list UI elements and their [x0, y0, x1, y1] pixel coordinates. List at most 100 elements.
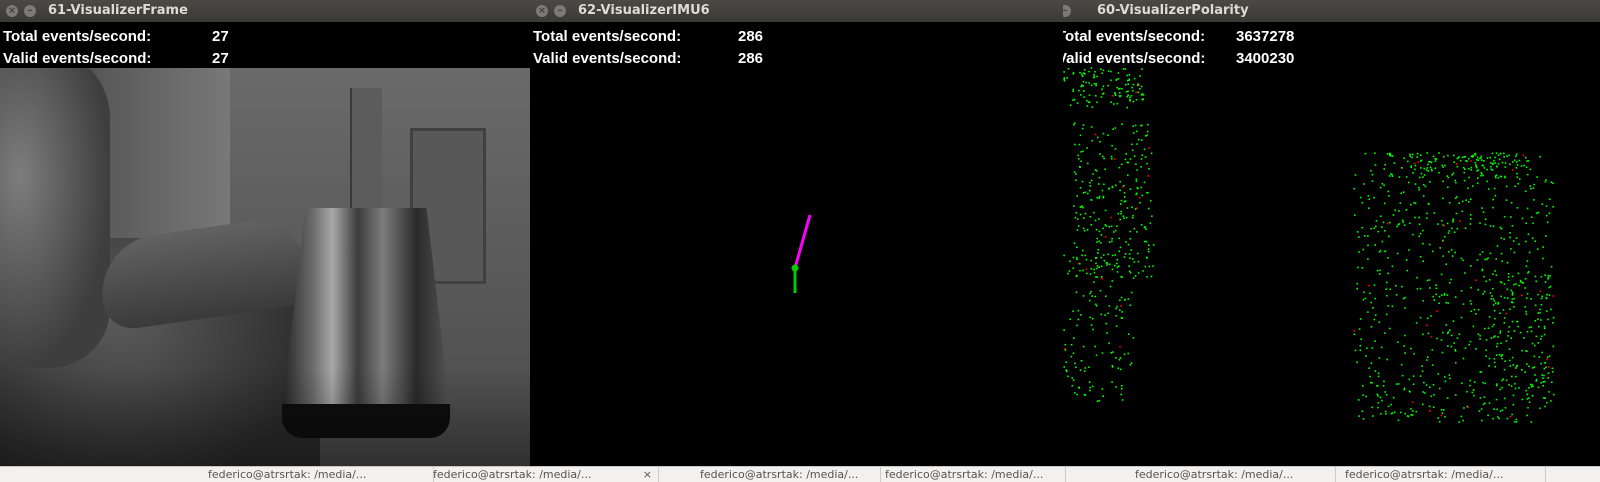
polarity-event-dot: [1078, 158, 1080, 160]
minimize-icon[interactable]: –: [24, 5, 36, 17]
taskbar-item[interactable]: federico@atrsrtak: /media/... ×: [433, 467, 659, 482]
polarity-event-dot: [1492, 304, 1495, 306]
polarity-event-dot: [1127, 94, 1129, 96]
polarity-event-dot: [1386, 358, 1388, 361]
polarity-event-dot: [1404, 296, 1406, 299]
titlebar[interactable]: × – 61-VisualizerFrame: [0, 0, 530, 22]
polarity-event-dot: [1489, 156, 1491, 159]
polarity-event-dot: [1107, 70, 1110, 72]
polarity-event-dot: [1150, 152, 1153, 155]
taskbar-item[interactable]: federico@atrsrtak: /media/...: [1135, 467, 1336, 482]
polarity-event-dot: [1082, 80, 1085, 83]
polarity-event-dot: [1516, 364, 1519, 367]
taskbar-item[interactable]: federico@atrsrtak: /media/...: [885, 467, 1066, 482]
polarity-event-dot: [1353, 214, 1356, 216]
polarity-event-dot: [1419, 316, 1422, 319]
polarity-event-dot: [1113, 264, 1116, 267]
polarity-event-dot: [1074, 362, 1076, 365]
polarity-event-dot: [1391, 305, 1394, 308]
polarity-event-dot: [1136, 231, 1138, 233]
polarity-event-dot: [1528, 365, 1530, 368]
polarity-event-dot: [1379, 396, 1382, 399]
visualizer-imu-window[interactable]: × – 62-VisualizerIMU6 Total events/secon…: [530, 0, 1063, 466]
polarity-event-dot: [1432, 155, 1435, 158]
polarity-event-dot: [1525, 240, 1527, 243]
polarity-event-dot: [1140, 186, 1143, 189]
polarity-event-dot: [1511, 356, 1514, 359]
polarity-event-dot: [1095, 303, 1097, 306]
polarity-event-dot: [1147, 248, 1150, 250]
polarity-event-dot: [1072, 99, 1074, 101]
polarity-event-dot: [1114, 229, 1117, 232]
polarity-event-dot: [1371, 406, 1373, 409]
polarity-event-dot: [1110, 155, 1113, 158]
polarity-event-dot: [1102, 85, 1105, 88]
polarity-event-dot: [1398, 210, 1400, 212]
visualizer-frame-window[interactable]: × – 61-VisualizerFrame Total events/seco…: [0, 0, 530, 466]
close-icon[interactable]: ×: [643, 467, 652, 482]
polarity-event-dot: [1495, 152, 1498, 154]
polarity-event-dot: [1413, 201, 1415, 204]
close-icon[interactable]: ×: [6, 5, 18, 17]
polarity-event-dot: [1495, 165, 1498, 168]
polarity-event-dot: [1112, 95, 1114, 97]
polarity-event-dot: [1454, 348, 1457, 351]
polarity-event-dot: [1540, 338, 1542, 340]
titlebar[interactable]: × – 62-VisualizerIMU6: [530, 0, 1063, 22]
polarity-event-dot: [1443, 293, 1446, 295]
taskbar-item[interactable]: federico@atrsrtak: /media/...: [208, 467, 434, 482]
minimize-icon[interactable]: –: [1063, 5, 1071, 17]
polarity-event-dot: [1539, 290, 1541, 293]
polarity-event-dot: [1120, 203, 1122, 205]
polarity-event-dot: [1438, 420, 1441, 423]
polarity-event-dot: [1117, 77, 1120, 80]
polarity-event-dot: [1521, 398, 1524, 401]
polarity-event-dot: [1546, 214, 1548, 217]
polarity-event-dot: [1383, 168, 1385, 170]
polarity-event-dot: [1505, 340, 1508, 342]
polarity-event-dot: [1115, 386, 1117, 388]
polarity-event-dot: [1078, 143, 1081, 146]
polarity-event-dot: [1129, 158, 1132, 160]
polarity-event-dot: [1471, 185, 1474, 187]
polarity-event-dot: [1103, 259, 1106, 262]
polarity-event-dot: [1089, 389, 1091, 392]
polarity-event-dot: [1513, 297, 1516, 300]
polarity-event-dot: [1501, 386, 1503, 389]
polarity-event-dot: [1371, 173, 1374, 176]
polarity-event-dot: [1546, 358, 1548, 361]
visualizer-polarity-window[interactable]: – 60-VisualizerPolarity Total events/sec…: [1063, 0, 1600, 466]
polarity-event-dot: [1499, 312, 1501, 314]
polarity-event-dot: [1497, 336, 1499, 338]
polarity-event-dot: [1096, 75, 1098, 78]
polarity-event-dot: [1530, 326, 1532, 328]
polarity-event-dot: [1377, 375, 1380, 378]
polarity-event-dot: [1552, 316, 1555, 319]
polarity-event-dot: [1132, 132, 1135, 134]
taskbar-item[interactable]: federico@atrsrtak: /media/...: [1345, 467, 1546, 482]
polarity-event-dot: [1495, 258, 1497, 260]
polarity-event-dot: [1111, 144, 1113, 147]
polarity-event-dot: [1141, 124, 1143, 127]
taskbar-item[interactable]: federico@atrsrtak: /media/...: [700, 467, 881, 482]
polarity-event-dot: [1443, 224, 1445, 227]
close-icon[interactable]: ×: [536, 5, 548, 17]
polarity-event-dot: [1444, 380, 1447, 383]
polarity-event-dot: [1462, 259, 1464, 262]
polarity-event-dot: [1414, 216, 1416, 219]
minimize-icon[interactable]: –: [554, 5, 566, 17]
polarity-event-dot: [1501, 409, 1504, 411]
polarity-event-dot: [1527, 160, 1530, 162]
titlebar[interactable]: – 60-VisualizerPolarity: [1063, 0, 1600, 22]
polarity-event-dot: [1438, 152, 1440, 154]
polarity-event-dot: [1079, 187, 1082, 189]
polarity-event-dot: [1076, 102, 1079, 104]
polarity-event-dot: [1390, 403, 1392, 406]
polarity-event-dot: [1540, 319, 1542, 321]
polarity-event-dot: [1076, 258, 1078, 261]
polarity-event-dot: [1090, 126, 1093, 128]
polarity-event-dot: [1481, 207, 1483, 209]
polarity-event-dot: [1429, 386, 1431, 389]
polarity-event-dot: [1140, 139, 1143, 141]
polarity-event-dot: [1434, 160, 1437, 162]
